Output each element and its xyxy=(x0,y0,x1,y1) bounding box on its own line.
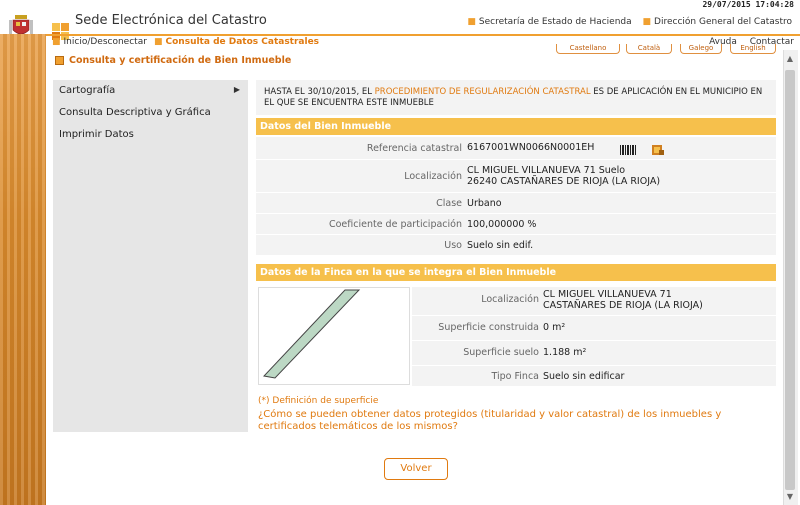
row-uso: Uso Suelo sin edif. xyxy=(256,234,776,255)
tab-galego[interactable]: Galego xyxy=(680,44,722,54)
coef-value: 100,000000 % xyxy=(467,219,537,230)
nav-inicio[interactable]: ■ Inicio/Desconectar xyxy=(52,37,147,47)
header-link-direccion[interactable]: Dirección General del Catastro xyxy=(654,17,792,27)
scroll-down-icon[interactable]: ▼ xyxy=(785,490,795,504)
tipo-value: Suelo sin edificar xyxy=(543,371,625,382)
document-icon xyxy=(55,56,64,65)
row-sup-construida: Superficie construida 0 m² xyxy=(412,315,776,340)
volver-button[interactable]: Volver xyxy=(384,458,448,480)
row-clase: Clase Urbano xyxy=(256,192,776,213)
tab-english[interactable]: English xyxy=(730,44,776,54)
menu-item-consulta[interactable]: Consulta Descriptiva y Gráfica xyxy=(59,107,211,118)
bullet-icon: ■ xyxy=(642,17,652,27)
coef-label: Coeficiente de participación xyxy=(328,219,462,230)
header-link-secretaria[interactable]: Secretaría de Estado de Hacienda xyxy=(479,17,632,27)
parcel-shape xyxy=(263,289,361,379)
nav-inicio-label: Inicio/Desconectar xyxy=(63,37,147,47)
ref-value: 6167001WN0066N0001EH xyxy=(467,142,595,153)
finca-loc-label: Localización xyxy=(481,294,539,305)
definicion-superficie-link[interactable]: (*) Definición de superficie xyxy=(258,396,378,406)
page-title: Consulta y certificación de Bien Inmuebl… xyxy=(69,55,292,66)
loc-line2: 26240 CASTAÑARES DE RIOJA (LA RIOJA) xyxy=(467,176,661,187)
bullet-icon: ■ xyxy=(467,17,476,27)
loc-line1: CL MIGUEL VILLANUEVA 71 Suelo xyxy=(467,165,626,176)
bullet-icon: ■ xyxy=(52,37,61,47)
section-header-bien: Datos del Bien Inmueble xyxy=(256,118,776,135)
sup-suelo-value: 1.188 m² xyxy=(543,347,587,358)
left-menu: Cartografía ▶ Consulta Descriptiva y Grá… xyxy=(53,80,248,432)
clase-value: Urbano xyxy=(467,198,502,209)
header: Sede Electrónica del Catastro ■ Secretarí… xyxy=(0,10,800,40)
barcode-icon[interactable] xyxy=(620,145,636,155)
clase-label: Clase xyxy=(436,198,462,209)
ref-label: Referencia catastral xyxy=(366,143,462,154)
map-icon[interactable] xyxy=(652,144,664,156)
scroll-up-icon[interactable]: ▲ xyxy=(785,52,795,66)
site-title: Sede Electrónica del Catastro xyxy=(75,13,267,28)
sup-const-value: 0 m² xyxy=(543,322,566,333)
row-finca-localizacion: Localización CL MIGUEL VILLANUEVA 71 CAS… xyxy=(412,286,776,315)
tab-catala[interactable]: Català xyxy=(626,44,672,54)
header-links: ■ Secretaría de Estado de Hacienda ■ Direc… xyxy=(459,17,792,27)
finca-loc-line1: CL MIGUEL VILLANUEVA 71 xyxy=(543,289,672,300)
decorative-side-image xyxy=(0,34,46,505)
menu-item-cartografia[interactable]: Cartografía xyxy=(59,85,115,96)
row-sup-suelo: Superficie suelo 1.188 m² xyxy=(412,340,776,365)
banner-link[interactable]: PROCEDIMIENTO DE REGULARIZACIÓN CATASTRA… xyxy=(375,87,591,97)
banner-pre: HASTA EL 30/10/2015, EL xyxy=(264,87,375,97)
parcel-plot[interactable] xyxy=(258,287,410,385)
sup-const-label: Superficie construida xyxy=(438,322,539,333)
menu-item-imprimir[interactable]: Imprimir Datos xyxy=(59,129,134,140)
row-tipo-finca: Tipo Finca Suelo sin edificar xyxy=(412,365,776,386)
finca-loc-line2: CASTAÑARES DE RIOJA (LA RIOJA) xyxy=(543,300,703,311)
notice-banner: HASTA EL 30/10/2015, EL PROCEDIMIENTO DE… xyxy=(256,80,776,115)
row-referencia: Referencia catastral 6167001WN0066N0001E… xyxy=(256,136,776,159)
row-localizacion: Localización CL MIGUEL VILLANUEVA 71 Sue… xyxy=(256,159,776,192)
uso-value: Suelo sin edif. xyxy=(467,240,534,251)
row-coeficiente: Coeficiente de participación 100,000000 … xyxy=(256,213,776,234)
datos-protegidos-link[interactable]: ¿Cómo se pueden obtener datos protegidos… xyxy=(258,409,778,433)
scrollbar-thumb[interactable] xyxy=(785,70,795,490)
tipo-label: Tipo Finca xyxy=(491,371,540,382)
chevron-right-icon: ▶ xyxy=(233,85,240,94)
loc-label: Localización xyxy=(404,171,462,182)
sup-suelo-label: Superficie suelo xyxy=(463,347,539,358)
nav-consulta-label: Consulta de Datos Catastrales xyxy=(165,37,320,47)
bullet-icon: ■ xyxy=(154,37,163,47)
datetime: 29/07/2015 17:04:28 xyxy=(702,0,794,9)
nav-consulta[interactable]: ■ Consulta de Datos Catastrales xyxy=(154,37,319,47)
uso-label: Uso xyxy=(444,240,462,251)
section-header-finca: Datos de la Finca en la que se integra e… xyxy=(256,264,776,281)
tab-castellano[interactable]: Castellano xyxy=(556,44,620,54)
